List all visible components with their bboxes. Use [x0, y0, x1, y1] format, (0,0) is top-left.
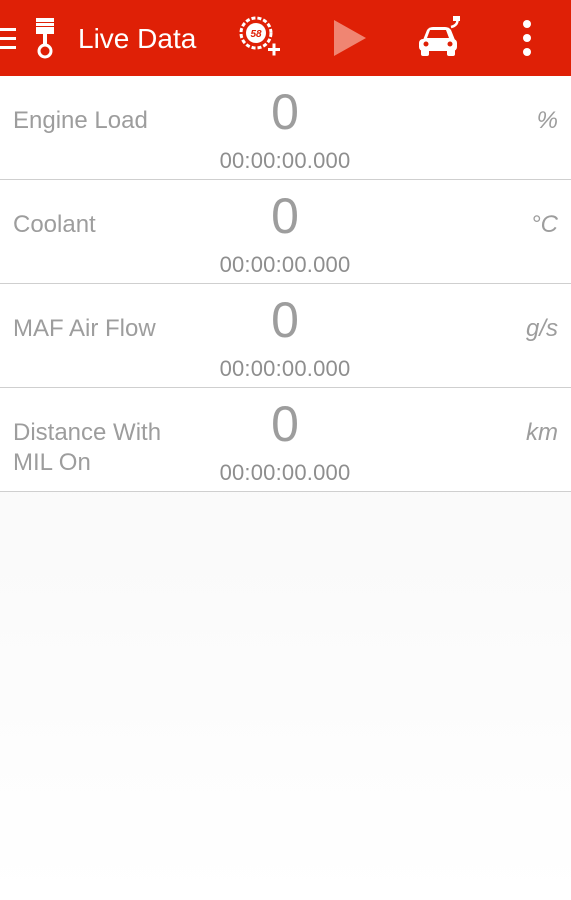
play-icon[interactable] — [330, 18, 370, 58]
reading-row-engine-load[interactable]: Engine Load 0 00:00:00.000 % — [0, 76, 571, 180]
toolbar: Live Data 58 — [0, 0, 571, 76]
reading-unit: g/s — [525, 315, 558, 342]
reading-row-coolant[interactable]: Coolant 0 00:00:00.000 °C — [0, 180, 571, 284]
reading-unit: °C — [531, 211, 558, 238]
reading-value: 0 — [271, 396, 299, 452]
reading-unit: km — [526, 419, 558, 446]
reading-timestamp: 00:00:00.000 — [219, 356, 351, 381]
reading-timestamp: 00:00:00.000 — [219, 252, 351, 277]
reading-label: MAF Air Flow — [13, 315, 156, 342]
reading-row-maf-air-flow[interactable]: MAF Air Flow 0 00:00:00.000 g/s — [0, 284, 571, 388]
reading-label: Coolant — [13, 211, 96, 238]
live-data-list: Engine Load 0 00:00:00.000 % Coolant 0 0… — [0, 76, 571, 492]
add-gauge-icon[interactable]: 58 — [236, 16, 282, 60]
reading-value: 0 — [271, 292, 299, 348]
gauge-icon-number: 58 — [250, 29, 262, 40]
reading-timestamp: 00:00:00.000 — [219, 460, 351, 485]
reading-unit: % — [536, 107, 558, 134]
menu-icon[interactable] — [0, 26, 18, 52]
car-connect-icon[interactable] — [415, 16, 461, 60]
reading-label: Engine Load — [13, 107, 148, 134]
reading-label: Distance With MIL On — [13, 419, 162, 476]
reading-value: 0 — [271, 188, 299, 244]
app-title: Live Data — [78, 23, 197, 54]
reading-row-distance-with-mil-on[interactable]: Distance With MIL On 0 00:00:00.000 km — [0, 388, 571, 492]
reading-timestamp: 00:00:00.000 — [219, 148, 351, 173]
piston-icon — [36, 18, 54, 59]
reading-value: 0 — [271, 84, 299, 140]
overflow-menu-icon[interactable] — [514, 18, 540, 58]
